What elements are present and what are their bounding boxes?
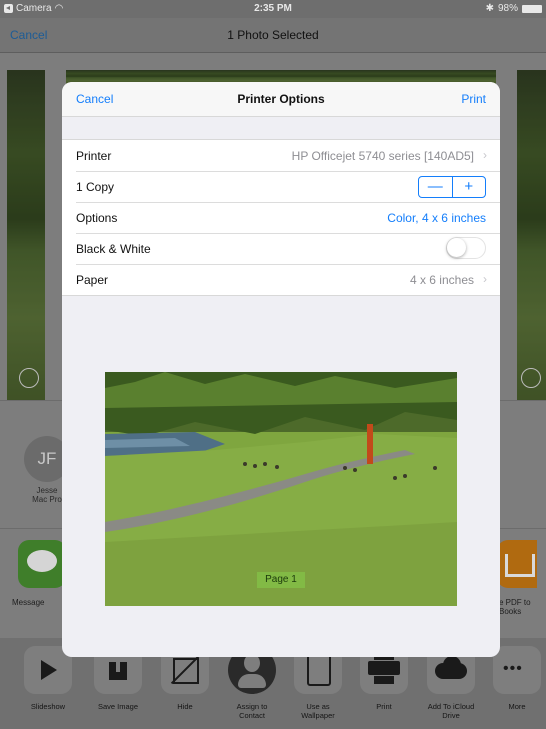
select-circle-icon[interactable] xyxy=(19,368,39,388)
status-time: 2:35 PM xyxy=(254,3,292,14)
contact-name-line1: Jesse xyxy=(36,486,58,495)
black-white-toggle[interactable] xyxy=(446,237,486,259)
paper-value: 4 x 6 inches xyxy=(409,273,474,287)
copies-row: 1 Copy — + xyxy=(62,171,500,202)
nav-bar: Cancel 1 Photo Selected xyxy=(0,18,546,53)
messages-app-icon[interactable] xyxy=(18,540,66,588)
status-bar: Camera ◠ 2:35 PM ✱ 98% xyxy=(0,0,546,18)
ipad-icon xyxy=(307,654,331,686)
wallpaper-action[interactable]: Use as Wallpaper xyxy=(287,646,349,720)
increment-button[interactable]: + xyxy=(451,177,486,197)
photo-thumb-right[interactable] xyxy=(517,70,546,400)
paper-label: Paper xyxy=(76,273,109,287)
options-value[interactable]: Color, 4 x 6 inches xyxy=(387,211,486,225)
assign-contact-action[interactable]: Assign to Contact xyxy=(221,646,283,720)
paper-row[interactable]: Paper 4 x 6 inches › xyxy=(62,264,500,295)
copies-label: 1 Copy xyxy=(76,180,115,194)
action-label-line1: Assign to xyxy=(236,702,268,711)
icloud-drive-action[interactable]: Add To iCloud Drive xyxy=(420,646,482,720)
photo-thumb-left[interactable] xyxy=(7,70,45,400)
hide-icon xyxy=(173,658,199,684)
ibooks-label-line2: Books xyxy=(499,607,522,616)
more-icon: ••• xyxy=(503,660,523,677)
action-label: Print xyxy=(376,702,392,711)
copies-stepper[interactable]: — + xyxy=(418,176,486,198)
printer-value: HP Officejet 5740 series [140AD5] xyxy=(291,149,474,163)
decrement-button[interactable]: — xyxy=(419,177,452,197)
preview-photo xyxy=(105,372,457,606)
more-action[interactable]: ••• More xyxy=(486,646,546,711)
black-white-row: Black & White xyxy=(62,233,500,264)
ibooks-app-label: e PDF to Books xyxy=(499,598,531,616)
action-label: More xyxy=(508,702,526,711)
printer-row[interactable]: Printer HP Officejet 5740 series [140AD5… xyxy=(62,140,500,171)
action-label: Use as Wallpaper xyxy=(287,702,349,720)
chevron-right-icon: › xyxy=(483,148,487,162)
action-label: Add To iCloud Drive xyxy=(420,702,482,720)
status-right: ✱ 98% xyxy=(486,3,542,14)
options-row[interactable]: Options Color, 4 x 6 inches xyxy=(62,202,500,233)
action-label: Slideshow xyxy=(30,702,66,711)
page-number-badge: Page 1 xyxy=(257,572,305,588)
ibooks-app-icon[interactable] xyxy=(497,540,537,588)
battery-icon xyxy=(522,4,542,13)
action-label-line2: Contact xyxy=(239,711,265,720)
chevron-right-icon: › xyxy=(483,272,487,286)
printer-icon xyxy=(368,661,400,675)
dialog-header: Cancel Printer Options Print xyxy=(62,82,500,117)
dialog-print-button[interactable]: Print xyxy=(461,92,486,106)
action-label-line2: Wallpaper xyxy=(301,711,335,720)
action-label-line2: Drive xyxy=(442,711,460,720)
select-circle-icon[interactable] xyxy=(521,368,541,388)
contact-name-line2: Mac Pro xyxy=(32,495,62,504)
printer-options-dialog: Cancel Printer Options Print Printer HP … xyxy=(62,82,500,657)
battery-percent: 98% xyxy=(497,3,518,14)
play-icon xyxy=(41,660,57,680)
action-label: Assign to Contact xyxy=(221,702,283,720)
dialog-title: Printer Options xyxy=(237,92,325,106)
nav-title: 1 Photo Selected xyxy=(227,28,319,42)
black-white-label: Black & White xyxy=(76,242,151,256)
bluetooth-icon: ✱ xyxy=(485,3,494,14)
options-label: Options xyxy=(76,211,118,225)
action-label-line1: Use as xyxy=(306,702,330,711)
action-label: Hide xyxy=(177,702,193,711)
action-label-line1: Add To iCloud xyxy=(427,702,475,711)
ibooks-label-line1: e PDF to xyxy=(499,598,531,607)
printer-label: Printer xyxy=(76,149,112,163)
action-label: Save Image xyxy=(97,702,139,711)
options-list: Printer HP Officejet 5740 series [140AD5… xyxy=(62,139,500,296)
toggle-knob xyxy=(447,238,466,257)
messages-app-label: Message xyxy=(12,598,45,607)
print-preview-page[interactable]: Page 1 xyxy=(105,372,457,606)
